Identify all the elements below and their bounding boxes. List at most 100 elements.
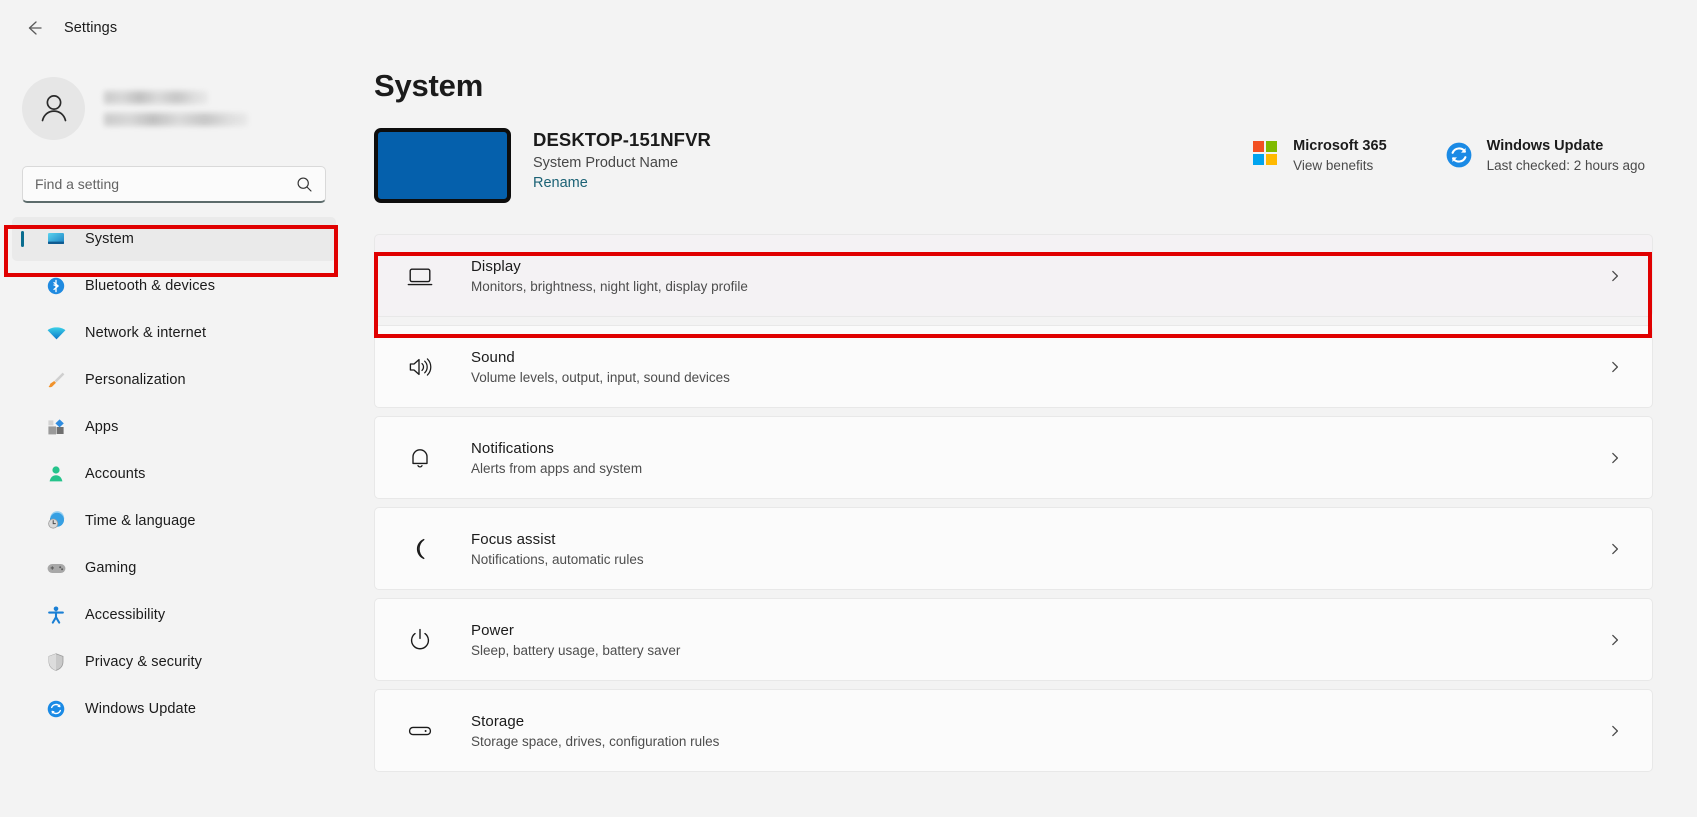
search-box[interactable] [22, 166, 326, 203]
card-subtitle: Volume levels, output, input, sound devi… [471, 369, 730, 385]
account-email-redacted [104, 112, 248, 126]
sidebar-item-gaming[interactable]: Gaming [12, 546, 336, 590]
promo-title: Windows Update [1486, 138, 1604, 154]
settings-card-storage[interactable]: Storage Storage space, drives, configura… [374, 689, 1653, 772]
sidebar-item-label: Accessibility [85, 607, 166, 623]
sidebar-item-label: Gaming [85, 560, 137, 576]
clock-globe-icon [45, 510, 67, 532]
wifi-icon [45, 322, 67, 344]
title-bar: Settings [0, 0, 1697, 56]
rename-link[interactable]: Rename [533, 175, 711, 191]
back-button[interactable] [16, 10, 52, 46]
sidebar-item-label: Bluetooth & devices [85, 278, 216, 294]
card-text: Storage Storage space, drives, configura… [471, 713, 1608, 749]
search-icon[interactable] [296, 176, 313, 193]
chevron-right-icon[interactable] [1608, 724, 1622, 738]
sidebar-item-label: Privacy & security [85, 654, 203, 670]
sidebar-item-time-language[interactable]: Time & language [12, 499, 336, 543]
settings-card-sound[interactable]: Sound Volume levels, output, input, soun… [374, 325, 1653, 408]
settings-card-power[interactable]: Power Sleep, battery usage, battery save… [374, 598, 1653, 681]
card-text: Notifications Alerts from apps and syste… [471, 440, 1608, 476]
main-content: System DESKTOP-151NFVR System Product Na… [348, 56, 1697, 817]
update-icon [1443, 140, 1475, 170]
bluetooth-icon [45, 275, 67, 297]
card-text: Display Monitors, brightness, night ligh… [471, 258, 1608, 294]
chevron-right-icon[interactable] [1608, 269, 1622, 283]
settings-card-list: Display Monitors, brightness, night ligh… [374, 234, 1653, 772]
window-body: System Bluetooth & devices [0, 56, 1697, 817]
sidebar-item-label: Network & internet [85, 325, 207, 341]
sidebar-item-accessibility[interactable]: Accessibility [12, 593, 336, 637]
device-summary: DESKTOP-151NFVR System Product Name Rena… [374, 126, 1653, 218]
account-summary[interactable] [0, 56, 348, 152]
card-title: Display [471, 257, 521, 275]
settings-window: Settings Find a setting System Bluetooth… [0, 0, 1697, 817]
sidebar-item-label: Apps [85, 419, 119, 435]
sidebar-nav: System Bluetooth & devices Network & int… [0, 217, 348, 731]
gamepad-icon [45, 557, 67, 579]
power-icon [405, 627, 435, 653]
search-container [0, 152, 348, 203]
accessibility-icon [45, 604, 67, 626]
update-icon [45, 698, 67, 720]
avatar [22, 76, 85, 140]
chevron-right-icon[interactable] [1608, 451, 1622, 465]
account-name-redacted [104, 90, 208, 104]
monitor-icon [45, 228, 67, 250]
card-subtitle: Alerts from apps and system [471, 460, 643, 476]
sidebar-item-accounts[interactable]: Accounts [12, 452, 336, 496]
app-title: Settings [64, 20, 118, 36]
sidebar-item-personalization[interactable]: Personalization [12, 358, 336, 402]
settings-card-notifications[interactable]: Notifications Alerts from apps and syste… [374, 416, 1653, 499]
promo-text: Windows Update Last checked: 2 hours ago [1487, 138, 1645, 173]
card-text: Focus assist Notifications, automatic ru… [471, 531, 1608, 567]
sidebar-item-system[interactable]: System [12, 217, 336, 261]
promo-subtitle: View benefits [1293, 158, 1374, 173]
promo-group: Microsoft 365 View benefits Windows Upda… [1249, 126, 1653, 173]
settings-card-display[interactable]: Display Monitors, brightness, night ligh… [374, 234, 1653, 317]
bell-icon [405, 445, 435, 471]
card-text: Power Sleep, battery usage, battery save… [471, 622, 1608, 658]
sidebar: System Bluetooth & devices [0, 56, 348, 817]
sidebar-item-privacy-security[interactable]: Privacy & security [12, 640, 336, 684]
sidebar-item-network-internet[interactable]: Network & internet [12, 311, 336, 355]
sidebar-item-apps[interactable]: Apps [12, 405, 336, 449]
paintbrush-icon [45, 369, 67, 391]
monitor-outline-icon [405, 263, 435, 289]
card-title: Focus assist [471, 530, 556, 548]
chevron-right-icon[interactable] [1608, 360, 1622, 374]
page-title: System [374, 68, 484, 103]
sidebar-item-label: Accounts [85, 466, 146, 482]
moon-icon [405, 536, 435, 562]
sidebar-item-label: Windows Update [85, 701, 197, 717]
card-title: Storage [471, 712, 525, 730]
person-icon [45, 463, 67, 485]
search-input[interactable] [35, 167, 296, 201]
card-title: Power [471, 621, 515, 639]
card-subtitle: Sleep, battery usage, battery saver [471, 642, 681, 658]
drive-icon [405, 718, 435, 744]
card-title: Notifications [471, 439, 555, 457]
sidebar-item-bluetooth-devices[interactable]: Bluetooth & devices [12, 264, 336, 308]
speaker-icon [405, 354, 435, 380]
promo-subtitle: Last checked: 2 hours ago [1486, 158, 1645, 173]
device-info: DESKTOP-151NFVR System Product Name Rena… [533, 126, 711, 191]
settings-card-focus-assist[interactable]: Focus assist Notifications, automatic ru… [374, 507, 1653, 590]
card-subtitle: Monitors, brightness, night light, displ… [471, 278, 748, 294]
microsoft-logo-icon [1249, 140, 1281, 166]
card-subtitle: Notifications, automatic rules [471, 551, 644, 567]
promo-title: Microsoft 365 [1293, 138, 1387, 154]
device-thumbnail [374, 128, 511, 203]
sidebar-item-windows-update[interactable]: Windows Update [12, 687, 336, 731]
apps-icon [45, 416, 67, 438]
sidebar-item-label: Personalization [85, 372, 186, 388]
sidebar-item-label: Time & language [85, 513, 196, 529]
sidebar-item-label: System [85, 231, 134, 247]
shield-icon [45, 651, 67, 673]
promo-windows-update[interactable]: Windows Update Last checked: 2 hours ago [1443, 138, 1653, 173]
chevron-right-icon[interactable] [1608, 633, 1622, 647]
chevron-right-icon[interactable] [1608, 542, 1622, 556]
account-text-redacted [104, 90, 248, 126]
device-name: DESKTOP-151NFVR [533, 129, 711, 150]
promo-microsoft-365[interactable]: Microsoft 365 View benefits [1249, 138, 1394, 173]
